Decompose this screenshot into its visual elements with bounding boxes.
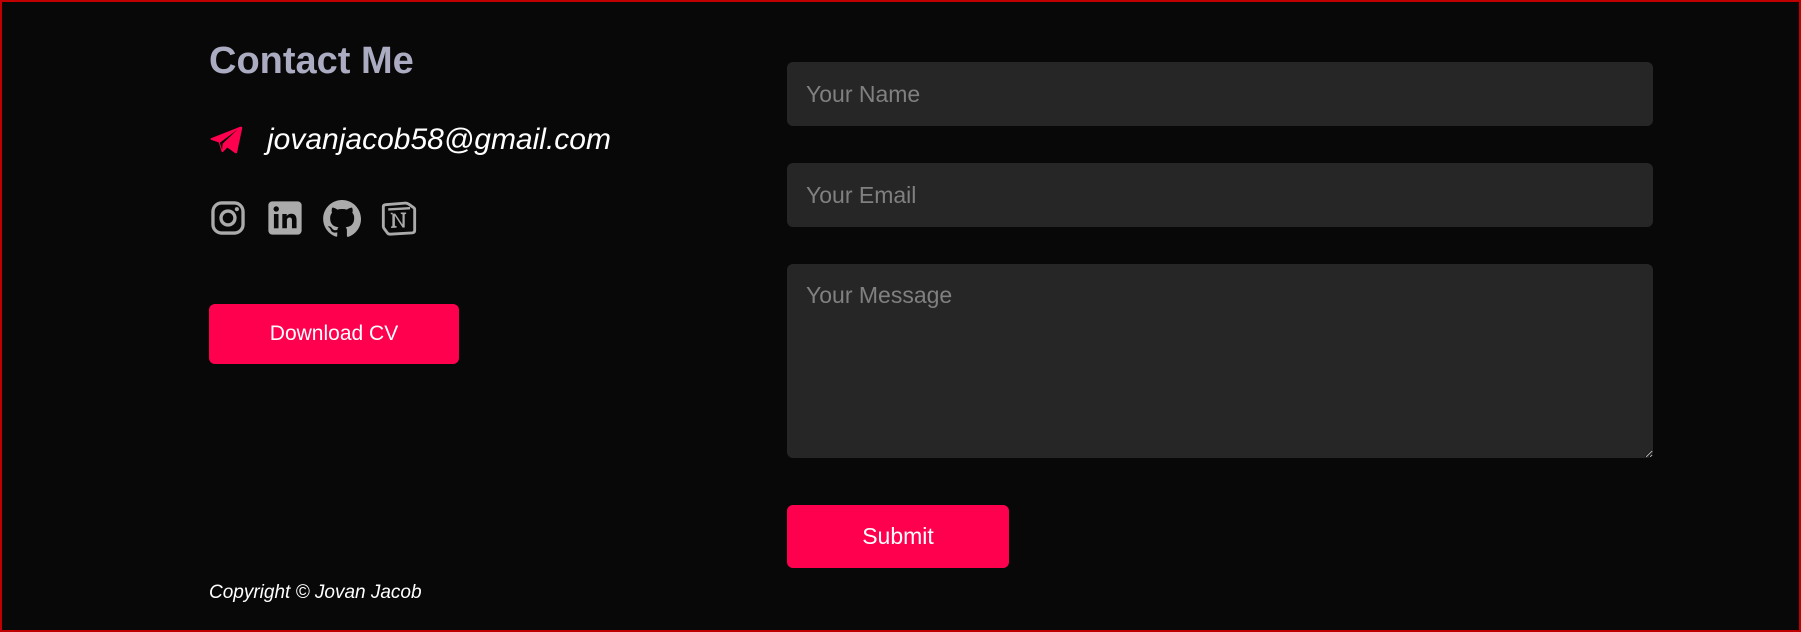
page-frame: Contact Me jovanjacob58@gmail.com Downlo… [0, 0, 1801, 632]
page-title: Contact Me [209, 40, 414, 82]
paper-plane-icon [209, 123, 243, 157]
copyright-text: Copyright © Jovan Jacob [209, 582, 422, 603]
notion-icon [381, 201, 417, 236]
github-icon [323, 199, 361, 237]
contact-email[interactable]: jovanjacob58@gmail.com [267, 123, 611, 157]
email-row: jovanjacob58@gmail.com [209, 120, 611, 160]
name-input[interactable] [787, 62, 1653, 126]
contact-info-section: Contact Me jovanjacob58@gmail.com Downlo… [209, 2, 729, 630]
social-links [209, 199, 437, 237]
instagram-icon [211, 201, 245, 235]
instagram-link[interactable] [209, 199, 247, 237]
linkedin-link[interactable] [266, 199, 304, 237]
download-cv-button[interactable]: Download CV [209, 304, 459, 364]
submit-button[interactable]: Submit [787, 505, 1009, 568]
notion-link[interactable] [380, 199, 418, 237]
message-textarea[interactable] [787, 264, 1653, 458]
linkedin-icon [268, 201, 302, 235]
email-input[interactable] [787, 163, 1653, 227]
github-link[interactable] [323, 199, 361, 237]
